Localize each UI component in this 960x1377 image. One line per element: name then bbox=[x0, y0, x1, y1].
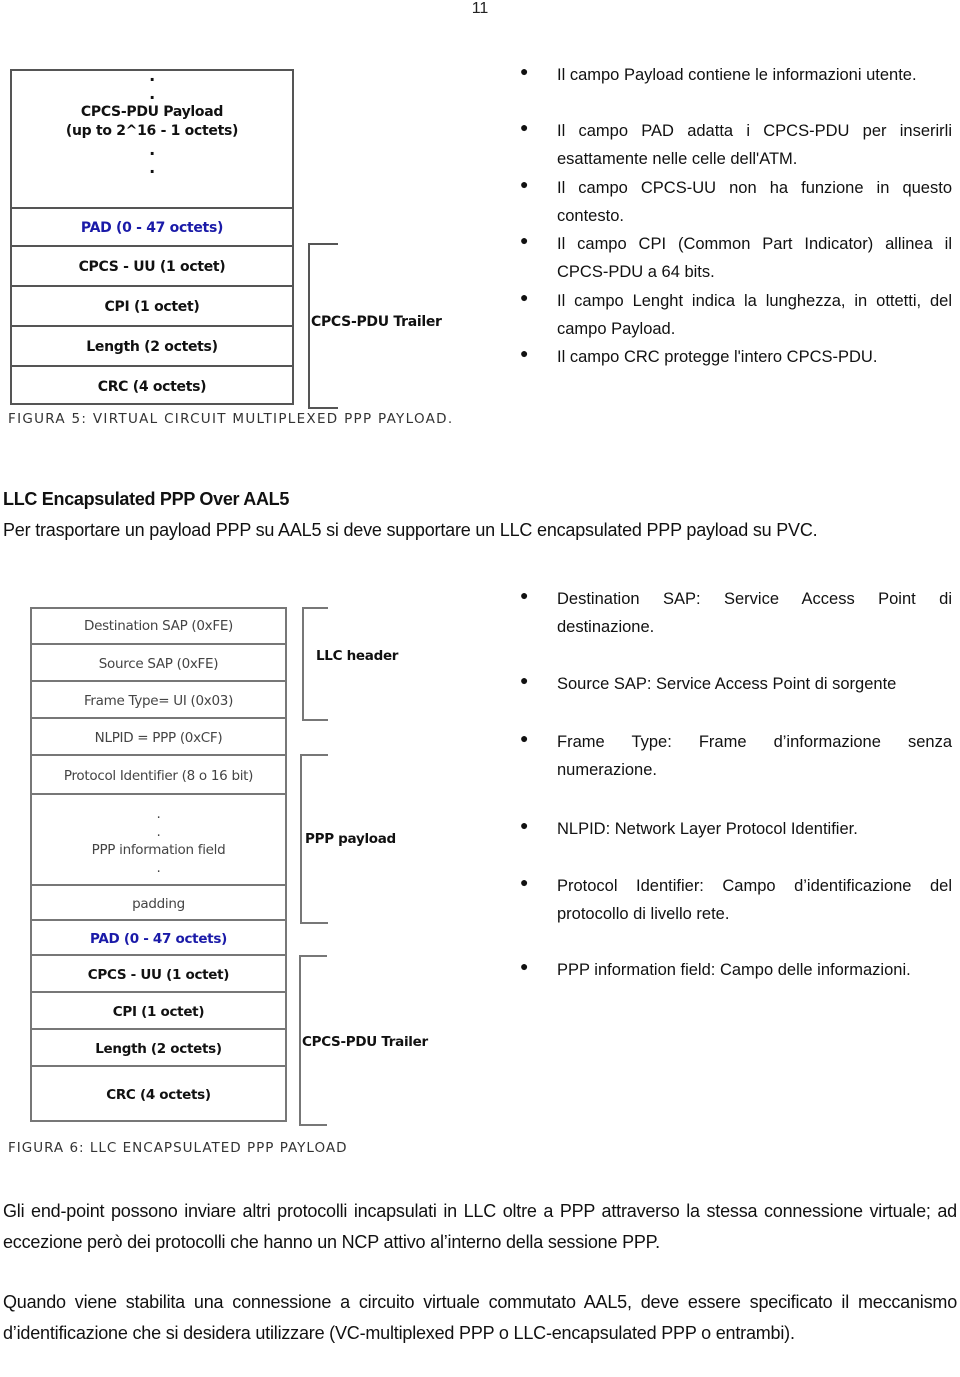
ellipsis-dot: . bbox=[156, 823, 161, 840]
crc-cell: CRC (4 octets) bbox=[32, 1065, 285, 1122]
length-label: Length (2 octets) bbox=[86, 339, 218, 355]
nlpid-label: NLPID = PPP (0xCF) bbox=[94, 729, 223, 746]
trailer-label: CPCS-PDU Trailer bbox=[311, 314, 442, 330]
bullet-icon: ● bbox=[520, 817, 529, 833]
list-item-text: Destination SAP: Service Access Point di… bbox=[557, 590, 952, 636]
ppp-payload-label: PPP payload bbox=[305, 831, 396, 847]
section-heading: LLC Encapsulated PPP Over AAL5 bbox=[3, 489, 290, 509]
info-field-label: PPP information field bbox=[91, 841, 226, 858]
pad-label: PAD (0 - 47 octets) bbox=[80, 220, 224, 236]
list-item-text: Il campo Lenght indica la lunghezza, in … bbox=[557, 292, 952, 338]
list-item: ● Destination SAP: Service Access Point d… bbox=[520, 585, 952, 641]
page-number: 11 bbox=[471, 0, 489, 17]
paragraph: Quando viene stabilita una connessione a… bbox=[3, 1292, 957, 1343]
protocol-id-label: Protocol Identifier (8 o 16 bit) bbox=[63, 767, 254, 784]
dest-sap-cell: Destination SAP (0xFE) bbox=[32, 609, 285, 643]
cpi-label: CPI (1 octet) bbox=[104, 299, 200, 315]
list-item: ● Il campo PAD adatta i CPCS-PDU per inse… bbox=[520, 117, 952, 173]
list-item: ● Il campo Lenght indica la lunghezza, in… bbox=[520, 287, 952, 343]
crc-label: CRC (4 octets) bbox=[97, 379, 207, 395]
crc-label: CRC (4 octets) bbox=[106, 1086, 211, 1103]
bullet-icon: ● bbox=[520, 289, 529, 305]
bullet-icon: ● bbox=[520, 232, 529, 248]
cpi-cell: CPI (1 octet) bbox=[32, 991, 285, 1030]
list-item: ● PPP information field: Campo delle info… bbox=[520, 956, 952, 984]
list-item-text: Il campo CRC protegge l'intero CPCS-PDU. bbox=[557, 348, 878, 366]
pad-cell: PAD (0 - 47 octets) bbox=[12, 207, 292, 247]
ellipsis-dot: . bbox=[156, 805, 161, 822]
payload-size: (up to 2^16 - 1 octets) bbox=[65, 123, 239, 139]
ellipsis-dot: . bbox=[149, 66, 155, 85]
source-sap-cell: Source SAP (0xFE) bbox=[32, 643, 285, 682]
ellipsis-dot: . bbox=[149, 158, 155, 177]
list-item-text: PPP information field: Campo delle infor… bbox=[557, 961, 911, 979]
cpi-label: CPI (1 octet) bbox=[112, 1003, 205, 1020]
bullet-icon: ● bbox=[520, 176, 529, 192]
list-item-text: Il campo Payload contiene le informazion… bbox=[557, 66, 917, 84]
figure-6-caption: FIGURA 6: LLC ENCAPSULATED PPP PAYLOAD bbox=[8, 1140, 348, 1156]
cpcs-uu-label: CPCS - UU (1 octet) bbox=[87, 966, 230, 983]
list-item-text: Source SAP: Service Access Point di sorg… bbox=[557, 675, 897, 693]
padding-label: padding bbox=[132, 895, 185, 912]
cpi-cell: CPI (1 octet) bbox=[12, 285, 292, 327]
source-sap-label: Source SAP (0xFE) bbox=[98, 655, 219, 672]
length-cell: Length (2 octets) bbox=[32, 1028, 285, 1067]
bullet-icon: ● bbox=[520, 119, 529, 135]
info-field-cell: . . PPP information field . bbox=[32, 793, 285, 886]
bullet-icon: ● bbox=[520, 587, 529, 603]
frame-type-cell: Frame Type= UI (0x03) bbox=[32, 680, 285, 719]
payload-cell: . . CPCS-PDU Payload (up to 2^16 - 1 oct… bbox=[12, 67, 292, 177]
bullet-icon: ● bbox=[520, 874, 529, 890]
list-item: ● Protocol Identifier: Campo d’identifica… bbox=[520, 872, 952, 928]
list-item-text: Il campo CPI (Common Part Indicator) all… bbox=[557, 235, 952, 281]
ellipsis-dot: . bbox=[156, 859, 161, 876]
trailer-label: CPCS-PDU Trailer bbox=[302, 1034, 428, 1050]
bullet-icon: ● bbox=[520, 958, 529, 974]
length-cell: Length (2 octets) bbox=[12, 325, 292, 367]
cpcs-uu-cell: CPCS - UU (1 octet) bbox=[12, 245, 292, 287]
pad-label: PAD (0 - 47 octets) bbox=[90, 930, 227, 947]
ellipsis-dot: . bbox=[149, 84, 155, 103]
list-item: ● Source SAP: Service Access Point di sor… bbox=[520, 670, 952, 698]
pad-cell: PAD (0 - 47 octets) bbox=[32, 919, 285, 956]
bullet-icon: ● bbox=[520, 63, 529, 79]
llc-header-label: LLC header bbox=[316, 648, 399, 664]
section-intro: Per trasportare un payload PPP su AAL5 s… bbox=[3, 520, 818, 540]
list-item-text: Frame Type: Frame d’informazione senza n… bbox=[557, 733, 952, 779]
cpcs-uu-cell: CPCS - UU (1 octet) bbox=[32, 954, 285, 993]
list-item-text: Protocol Identifier: Campo d’identificaz… bbox=[557, 877, 952, 923]
nlpid-cell: NLPID = PPP (0xCF) bbox=[32, 717, 285, 756]
list-item: ● Il campo Payload contiene le informazio… bbox=[520, 61, 952, 89]
padding-cell: padding bbox=[32, 884, 285, 921]
list-item: ● Il campo CPCS-UU non ha funzione in que… bbox=[520, 174, 952, 230]
list-item: ● Il campo CPI (Common Part Indicator) a… bbox=[520, 230, 952, 286]
figure-5-diagram: . . CPCS-PDU Payload (up to 2^16 - 1 oct… bbox=[10, 67, 294, 407]
llc-header-bracket bbox=[302, 607, 328, 721]
ellipsis-dot: . bbox=[149, 140, 155, 159]
list-item: ● Frame Type: Frame d’informazione senza … bbox=[520, 728, 952, 784]
list-item-text: NLPID: Network Layer Protocol Identifier… bbox=[557, 820, 858, 838]
list-item-text: Il campo PAD adatta i CPCS-PDU per inser… bbox=[557, 122, 952, 168]
frame-type-label: Frame Type= UI (0x03) bbox=[83, 692, 234, 709]
figure-5-caption: FIGURA 5: VIRTUAL CIRCUIT MULTIPLEXED PP… bbox=[8, 411, 454, 427]
bullet-icon: ● bbox=[520, 672, 529, 688]
length-label: Length (2 octets) bbox=[95, 1040, 222, 1057]
protocol-id-cell: Protocol Identifier (8 o 16 bit) bbox=[32, 754, 285, 795]
dest-sap-label: Destination SAP (0xFE) bbox=[83, 617, 234, 634]
bullet-icon: ● bbox=[520, 730, 529, 746]
paragraph: Gli end-point possono inviare altri prot… bbox=[3, 1201, 957, 1252]
figure-6-diagram: Destination SAP (0xFE) Source SAP (0xFE)… bbox=[30, 607, 287, 1122]
bullet-icon: ● bbox=[520, 345, 529, 361]
list-item: ● NLPID: Network Layer Protocol Identifie… bbox=[520, 815, 952, 843]
cpcs-uu-label: CPCS - UU (1 octet) bbox=[78, 259, 226, 275]
crc-cell: CRC (4 octets) bbox=[12, 365, 292, 407]
list-item-text: Il campo CPCS-UU non ha funzione in ques… bbox=[557, 179, 952, 225]
payload-label: CPCS-PDU Payload bbox=[80, 104, 224, 120]
list-item: ● Il campo CRC protegge l'intero CPCS-PDU… bbox=[520, 343, 952, 371]
